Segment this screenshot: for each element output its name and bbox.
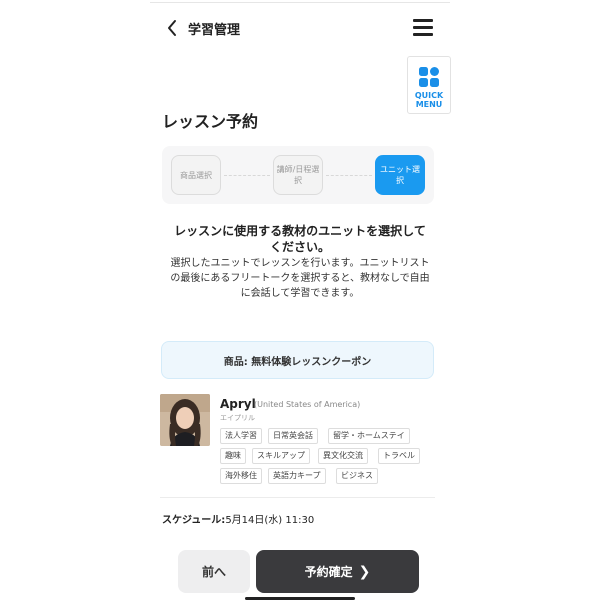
teacher-tag: 海外移住 (220, 468, 262, 484)
back-button[interactable] (160, 14, 186, 42)
chevron-left-icon (168, 20, 176, 36)
teacher-tag: 留学・ホームステイ (328, 428, 410, 444)
teacher-tag: 趣味 (220, 448, 246, 464)
app-header: 学習管理 (150, 12, 445, 44)
schedule-value: 5月14日(水) 11:30 (225, 515, 315, 526)
schedule-label: スケジュール: (162, 515, 226, 526)
chevron-right-icon: ❯ (358, 563, 371, 580)
step-teacher-schedule-select: 講師/日程選択 (273, 155, 323, 195)
top-divider (150, 2, 450, 3)
teacher-tag: トラベル (378, 448, 420, 464)
teacher-tag: 英語力キープ (268, 468, 326, 484)
hamburger-icon-bar (413, 33, 433, 36)
teacher-country: (United States of America) (254, 400, 361, 409)
header-title: 学習管理 (188, 23, 241, 38)
teacher-name: Apryl (220, 397, 256, 411)
teacher-tag: 異文化交流 (318, 448, 368, 464)
teacher-tag: 日常英会話 (268, 428, 318, 444)
quick-menu-label: QUICK MENU (414, 91, 444, 109)
prev-button[interactable]: 前へ (178, 550, 250, 593)
instruction-body: 選択したユニットでレッスンを行います。ユニットリストの最後にあるフリートークを選… (170, 258, 430, 299)
confirm-booking-label: 予約確定 (304, 565, 353, 579)
hamburger-menu-button[interactable] (408, 15, 438, 41)
step-connector (326, 175, 372, 176)
confirm-booking-button[interactable]: 予約確定 ❯ (256, 550, 419, 593)
teacher-tag: 法人学習 (220, 428, 262, 444)
teacher-name-kana: エイプリル (220, 414, 255, 422)
teacher-tag: スキルアップ (252, 448, 310, 464)
step-unit-select: ユニット選択 (375, 155, 425, 195)
page-title: レッスン予約 (162, 112, 259, 131)
hamburger-icon-bar (413, 19, 433, 22)
schedule-info: スケジュール:5月14日(水) 11:30 (162, 511, 314, 526)
step-indicator: 商品選択 講師/日程選択 ユニット選択 (162, 146, 434, 204)
hamburger-icon-bar (413, 26, 433, 29)
step-connector (224, 175, 270, 176)
teacher-tag: ビジネス (336, 468, 378, 484)
teacher-avatar (160, 394, 210, 446)
product-info: 商品: 無料体験レッスンクーポン (161, 341, 434, 379)
section-divider (160, 497, 435, 498)
quick-menu-icon (419, 67, 439, 87)
quick-menu-button[interactable]: QUICK MENU (407, 56, 451, 114)
step-product-select: 商品選択 (171, 155, 221, 195)
instruction-heading: レッスンに使用する教材のユニットを選択してください。 (174, 224, 426, 254)
